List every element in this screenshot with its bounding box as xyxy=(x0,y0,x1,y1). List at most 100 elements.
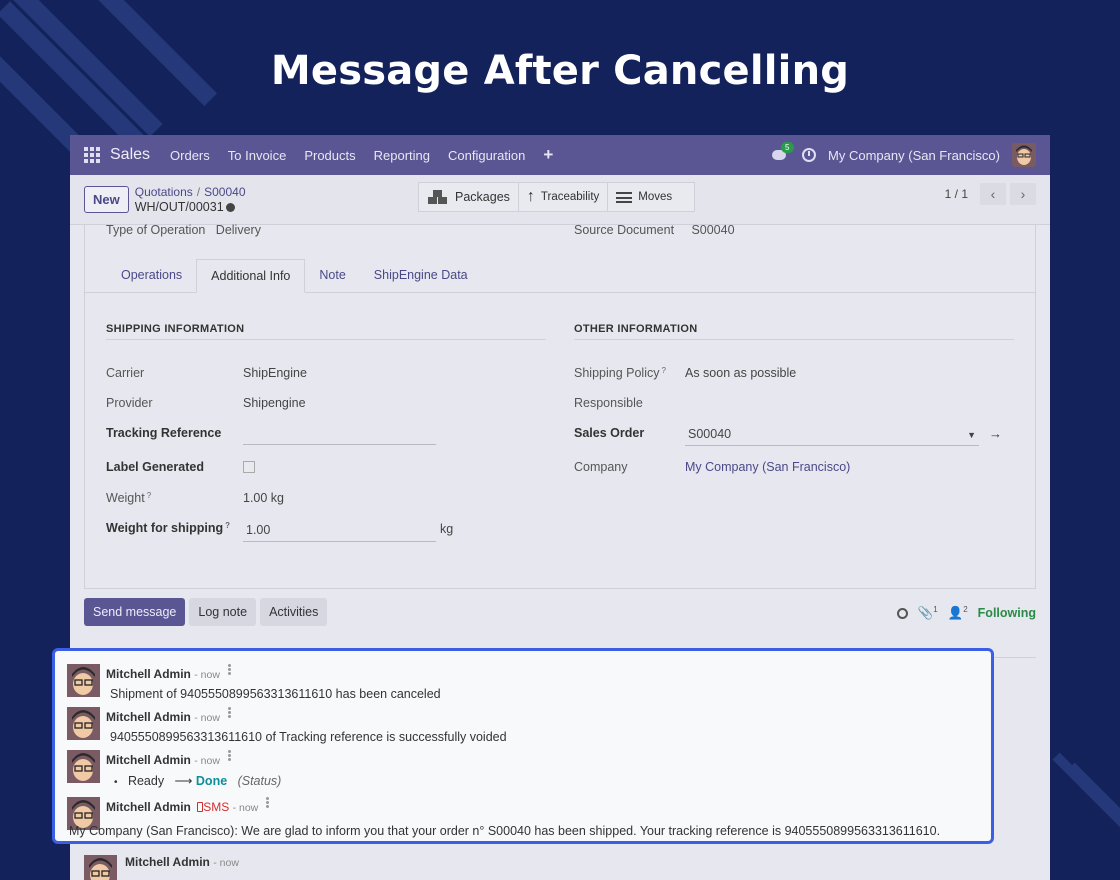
shipping-information-title: SHIPPING INFORMATION xyxy=(106,323,546,340)
breadcrumb-separator: / xyxy=(196,184,201,199)
breadcrumb-quotations[interactable]: Quotations xyxy=(135,185,193,199)
company-switcher[interactable]: My Company (San Francisco) xyxy=(828,148,1000,163)
message-text: Shipment of 9405550899563313611610 has b… xyxy=(110,687,441,701)
company-label: Company xyxy=(574,460,628,474)
menu-orders[interactable]: Orders xyxy=(170,148,210,163)
source-document-label: Source Document xyxy=(574,223,675,237)
carrier-value: ShipEngine xyxy=(243,366,307,380)
weight-for-shipping-input[interactable]: 1.00 xyxy=(243,521,436,542)
plus-icon[interactable]: + xyxy=(543,145,553,165)
more-options-icon[interactable] xyxy=(266,797,270,809)
weight-unit: kg xyxy=(440,522,454,536)
sales-order-select[interactable]: S00040 ▼ xyxy=(685,426,979,446)
source-document-row: Source Document S00040 xyxy=(574,223,735,237)
shipping-policy-value[interactable]: As soon as possible xyxy=(685,366,796,380)
message-item: Mitchell Admin - now • Ready ⟶ Done (Sta… xyxy=(67,750,281,788)
log-note-button[interactable]: Log note xyxy=(189,598,257,626)
form-tabs: Operations Additional Info Note ShipEngi… xyxy=(85,259,1035,293)
message-time: - now xyxy=(213,857,239,869)
message-text: My Company (San Francisco): We are glad … xyxy=(69,824,941,838)
bullet: • xyxy=(114,777,118,788)
shipping-policy-label: Shipping Policy xyxy=(574,366,660,380)
other-information-title: OTHER INFORMATION xyxy=(574,323,1014,340)
tab-note[interactable]: Note xyxy=(305,259,359,292)
message-author: Mitchell Admin xyxy=(106,710,191,724)
activities-button[interactable]: Activities xyxy=(260,598,328,626)
sms-tag: SMS xyxy=(203,800,230,814)
form-sheet: Type of Operation Delivery Source Docume… xyxy=(84,223,1036,589)
message-author: Mitchell Admin xyxy=(106,667,191,681)
menu-reporting[interactable]: Reporting xyxy=(374,148,430,163)
tab-shipengine-data[interactable]: ShipEngine Data xyxy=(360,259,482,292)
clock-icon[interactable] xyxy=(802,148,817,162)
message-author: Mitchell Admin xyxy=(106,753,191,767)
gear-icon[interactable] xyxy=(225,202,235,212)
other-information-section: OTHER INFORMATION xyxy=(574,323,1014,340)
chevron-right-icon[interactable]: › xyxy=(1010,183,1036,205)
message-item: Mitchell Admin SMS - now My Company (San… xyxy=(67,797,940,838)
smart-buttons: Packages ↑ Traceability Moves xyxy=(418,182,696,212)
company-link[interactable]: My Company (San Francisco) xyxy=(685,460,850,474)
help-icon[interactable]: ? xyxy=(225,521,230,530)
traceability-button[interactable]: ↑ Traceability xyxy=(519,183,609,211)
control-panel: New Quotations / S00040 WH/OUT/00031 Packa… xyxy=(70,175,1050,225)
weight-label: Weight xyxy=(106,491,145,505)
arrow-right-icon[interactable]: → xyxy=(989,426,1002,446)
menu-products[interactable]: Products xyxy=(304,148,355,163)
old-value: Ready xyxy=(127,774,165,788)
chatter-buttons: Send message Log note Activities xyxy=(84,598,328,626)
chevron-left-icon[interactable]: ‹ xyxy=(980,183,1006,205)
pager-value: 1 / 1 xyxy=(944,187,968,201)
author-avatar xyxy=(67,664,100,697)
message-time: - now xyxy=(194,755,220,767)
help-icon[interactable]: ? xyxy=(147,491,151,500)
attachments-button[interactable]: 📎1 xyxy=(918,605,938,621)
attachment-count: 1 xyxy=(933,605,938,614)
user-avatar[interactable] xyxy=(1012,143,1036,167)
author-avatar xyxy=(67,750,100,783)
tracking-change: • Ready ⟶ Done (Status) xyxy=(114,773,281,788)
more-options-icon[interactable] xyxy=(227,664,231,676)
following-button[interactable]: Following xyxy=(978,606,1036,620)
app-name[interactable]: Sales xyxy=(110,146,150,164)
tab-additional-info[interactable]: Additional Info xyxy=(196,259,306,293)
moves-button[interactable]: Moves xyxy=(608,183,694,211)
label-generated-checkbox[interactable] xyxy=(243,461,255,473)
message-item: Mitchell Admin - now Shipment of 9405550… xyxy=(67,664,441,701)
message-author: Mitchell Admin xyxy=(125,855,210,869)
moves-label: Moves xyxy=(638,191,673,203)
breadcrumb-order[interactable]: S00040 xyxy=(204,185,245,199)
tab-operations[interactable]: Operations xyxy=(107,259,196,292)
search-icon[interactable] xyxy=(896,607,908,619)
more-options-icon[interactable] xyxy=(227,750,231,762)
operation-type-value: Delivery xyxy=(215,223,261,237)
operation-type-row: Type of Operation Delivery xyxy=(106,223,261,237)
send-message-button[interactable]: Send message xyxy=(84,598,186,626)
new-button[interactable]: New xyxy=(84,186,129,213)
label-generated-label: Label Generated xyxy=(106,460,204,474)
followers-button[interactable]: 👤2 xyxy=(948,605,968,621)
arrow-right-icon: ⟶ xyxy=(174,774,193,788)
more-options-icon[interactable] xyxy=(227,707,231,719)
paperclip-icon: 📎 xyxy=(917,606,934,621)
message-time: - now xyxy=(194,669,220,681)
message-author: Mitchell Admin xyxy=(106,800,191,814)
field-name: (Status) xyxy=(237,774,282,788)
tracking-reference-input[interactable] xyxy=(243,426,436,445)
breadcrumb: Quotations / S00040 WH/OUT/00031 xyxy=(135,185,246,215)
weight-shipping-label-wrap: Weight for shipping? xyxy=(106,521,243,542)
top-navbar: Sales Orders To Invoice Products Reporti… xyxy=(70,135,1050,175)
provider-value: Shipengine xyxy=(243,396,306,410)
help-icon[interactable]: ? xyxy=(661,366,665,375)
pager: 1 / 1 ‹ › xyxy=(945,183,1036,205)
author-avatar xyxy=(84,855,117,880)
page-headline: Message After Cancelling xyxy=(270,48,850,94)
menu-configuration[interactable]: Configuration xyxy=(448,148,525,163)
shipping-policy-label-wrap: Shipping Policy? xyxy=(574,366,685,380)
packages-button[interactable]: Packages xyxy=(419,183,519,211)
follower-count: 2 xyxy=(963,605,968,614)
chatter-tools: 📎1 👤2 Following xyxy=(896,605,1036,621)
apps-grid-icon[interactable] xyxy=(84,147,100,163)
menu-to-invoice[interactable]: To Invoice xyxy=(228,148,287,163)
chat-icon[interactable]: 5 xyxy=(772,142,794,162)
